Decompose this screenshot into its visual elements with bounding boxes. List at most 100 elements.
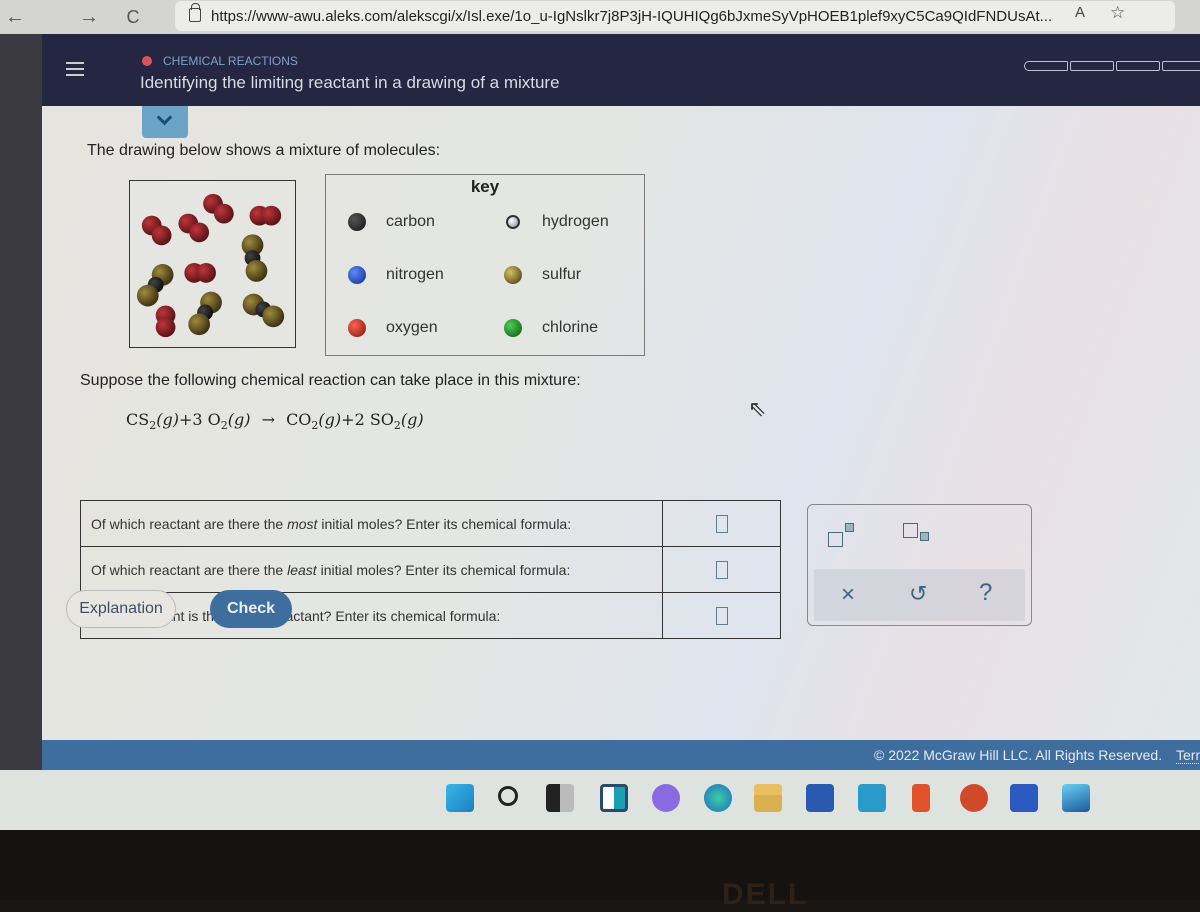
question-table: Of which reactant are there the most ini… [80, 500, 781, 639]
mouse-cursor-icon: ⇖ [748, 396, 767, 421]
screen: ← → C https://www-awu.aleks.com/alekscgi… [0, 0, 1200, 830]
office-icon[interactable] [912, 784, 930, 812]
element-key: key carbon hydrogen nitrogen sulfur oxyg… [325, 174, 645, 356]
progress-segment [1024, 61, 1068, 71]
key-item-hydrogen: hydrogen [504, 213, 609, 231]
key-label: carbon [386, 213, 435, 230]
address-bar[interactable]: https://www-awu.aleks.com/alekscgi/x/Isl… [175, 1, 1175, 31]
table-row: Of which reactant are there the most ini… [80, 500, 781, 547]
key-label: hydrogen [542, 213, 609, 230]
reaction-arrow-icon: → [261, 410, 275, 429]
hamburger-menu-icon[interactable] [66, 62, 84, 76]
key-label: sulfur [542, 266, 582, 283]
progress-segment [1162, 61, 1200, 71]
copyright-text: © 2022 McGraw Hill LLC. All Rights Reser… [874, 747, 1163, 763]
explanation-button[interactable]: Explanation [66, 590, 176, 628]
terms-link[interactable]: Term [1176, 747, 1200, 764]
o2-molecule [178, 213, 210, 243]
eq-text: +2 SO [341, 410, 394, 429]
forward-button[interactable]: → [76, 4, 102, 30]
lesson-header: CHEMICAL REACTIONS Identifying the limit… [42, 34, 1200, 106]
eq-state: (g) [400, 410, 424, 429]
question-text: Of which reactant are there the most ini… [80, 500, 663, 547]
monitor-bezel: DELL [0, 830, 1200, 911]
question-text: Of which reactant are there the least in… [80, 546, 663, 593]
answer-cell [662, 592, 781, 639]
o2-molecule [141, 215, 172, 246]
tools-top-row [808, 505, 1031, 567]
topic-status-dot [142, 56, 152, 66]
subscript-icon[interactable] [903, 521, 933, 551]
cs2-molecule [242, 293, 285, 328]
page-title: Identifying the limiting reactant in a d… [140, 73, 560, 92]
answer-cell [662, 546, 781, 593]
eq-text: CO [286, 410, 312, 429]
problem-area: The drawing below shows a mixture of mol… [42, 106, 1200, 740]
taskbar [0, 770, 1200, 830]
key-item-chlorine: chlorine [504, 319, 598, 337]
back-button[interactable]: ← [2, 4, 28, 30]
chlorine-atom-icon [504, 319, 522, 337]
table-row: Which reactant is the limiting reactant?… [80, 592, 781, 639]
undo-icon[interactable]: ↺ [909, 581, 927, 607]
key-label: oxygen [386, 319, 438, 336]
key-label: nitrogen [386, 266, 444, 283]
brand-logo: DELL [722, 878, 809, 911]
nitrogen-atom-icon [348, 266, 366, 284]
oxygen-atom-icon [348, 319, 366, 337]
cs2-molecule [136, 264, 174, 307]
progress-segment [1116, 61, 1160, 71]
widgets-icon[interactable] [600, 784, 628, 812]
clear-icon[interactable]: × [841, 581, 855, 609]
start-icon[interactable] [446, 784, 474, 812]
o2-molecule [155, 305, 176, 338]
store-icon[interactable] [806, 784, 834, 812]
search-icon[interactable] [498, 786, 518, 806]
topic-label: CHEMICAL REACTIONS [163, 54, 298, 68]
task-view-icon[interactable] [546, 784, 574, 812]
eq-sub: 2 [220, 419, 228, 433]
mail-icon[interactable] [858, 784, 886, 812]
reaction-prompt: Suppose the following chemical reaction … [80, 372, 581, 389]
o2-molecule [184, 263, 216, 283]
key-item-nitrogen: nitrogen [348, 266, 444, 284]
help-icon[interactable]: ? [979, 579, 992, 607]
chevron-down-icon [156, 109, 173, 126]
collapse-header-button[interactable] [142, 106, 188, 138]
refresh-button[interactable]: C [120, 4, 146, 30]
limiting-reactant-input[interactable] [715, 606, 728, 625]
teams-chat-icon[interactable] [652, 784, 680, 812]
eq-text: CS [126, 410, 150, 429]
favorites-star-icon[interactable]: ☆ [1110, 3, 1125, 23]
hydrogen-atom-icon [506, 215, 520, 229]
key-title: key [470, 177, 500, 196]
o2-molecule [249, 205, 282, 226]
tools-bottom-row: × ↺ ? [814, 569, 1025, 621]
lock-icon [189, 3, 201, 22]
intro-text: The drawing below shows a mixture of mol… [87, 142, 441, 159]
read-aloud-icon[interactable]: A [1075, 4, 1085, 21]
check-button[interactable]: Check [210, 590, 292, 628]
cs2-molecule [188, 291, 222, 336]
url-text[interactable]: https://www-awu.aleks.com/alekscgi/x/Isl… [211, 8, 1052, 25]
key-item-sulfur: sulfur [504, 266, 581, 284]
least-moles-input[interactable] [715, 560, 728, 579]
eq-state: (g) [227, 410, 251, 429]
most-moles-input[interactable] [715, 514, 728, 533]
formula-tools-panel: × ↺ ? [807, 504, 1032, 626]
o2-molecule [203, 193, 234, 224]
word-icon[interactable] [1010, 784, 1038, 812]
eq-text: +3 O [178, 410, 221, 429]
photos-icon[interactable] [1062, 784, 1090, 812]
file-explorer-icon[interactable] [754, 784, 782, 812]
footer-bar: © 2022 McGraw Hill LLC. All Rights Reser… [42, 740, 1200, 770]
table-row: Of which reactant are there the least in… [80, 546, 781, 593]
edge-icon[interactable] [704, 784, 732, 812]
carbon-atom-icon [348, 213, 366, 231]
eq-state: (g) [318, 410, 342, 429]
sulfur-atom-icon [504, 266, 522, 284]
chemical-equation: CS2(g)+3 O2(g) → CO2(g)+2 SO2(g) [126, 410, 424, 432]
molecule-mixture-drawing [129, 180, 296, 348]
powerpoint-icon[interactable] [960, 784, 988, 812]
superscript-icon[interactable] [828, 521, 858, 551]
